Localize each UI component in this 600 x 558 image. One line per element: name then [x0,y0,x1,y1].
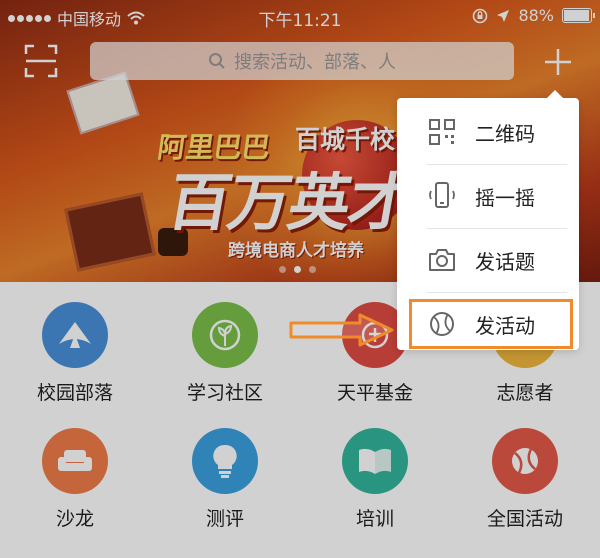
qr-code-icon [429,119,455,145]
menu-item-label: 发话题 [475,249,535,274]
menu-item-label: 二维码 [475,121,535,146]
annotation-arrow-icon [289,313,394,347]
menu-item-post-topic[interactable]: 发话题 [397,230,579,290]
shake-phone-icon [429,182,455,208]
highlight-box [409,299,573,349]
menu-item-qr-code[interactable]: 二维码 [397,102,579,162]
menu-divider [427,228,567,229]
menu-item-shake[interactable]: 摇一摇 [397,166,579,226]
menu-divider [427,164,567,165]
menu-item-label: 摇一摇 [475,185,535,210]
camera-icon [429,249,455,271]
menu-divider [427,292,567,293]
